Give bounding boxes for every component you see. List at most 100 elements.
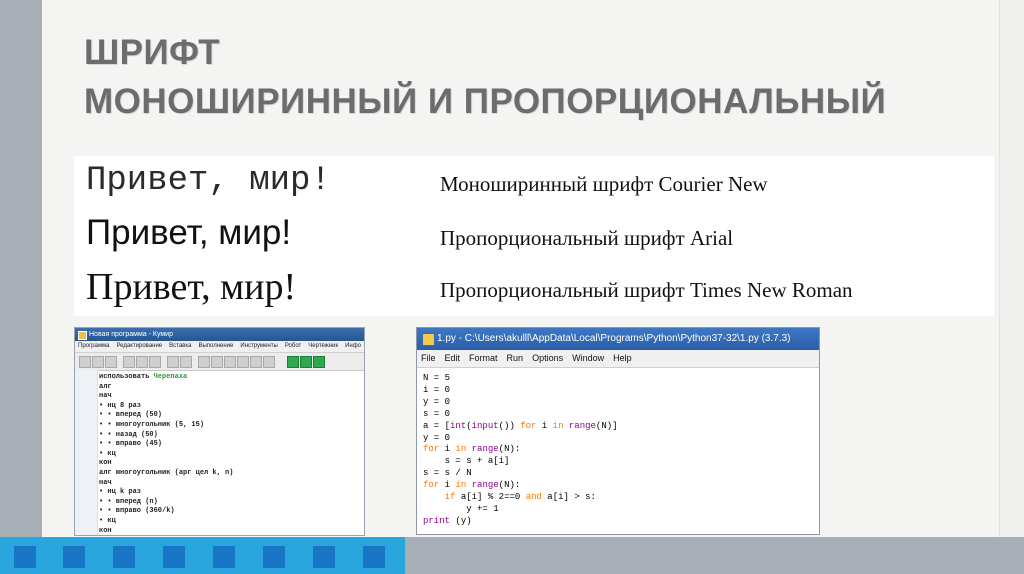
idle-window: 1.py - C:\Users\akulll\AppData\Local\Pro… (416, 327, 820, 535)
idle-code-line: y = 0 (423, 396, 451, 407)
decorative-square (263, 546, 285, 568)
decorative-square (313, 546, 335, 568)
kumir-code-line: • кц (99, 449, 116, 459)
kumir-code-text: • нц 8 раз (99, 401, 142, 410)
grid-view-icon[interactable] (287, 356, 299, 368)
kumir-gutter (75, 370, 98, 535)
kumir-code-text: нач (99, 392, 112, 401)
kumir-window: Новая программа - Кумир Программа Редакти… (74, 327, 365, 536)
kumir-app-icon (78, 331, 87, 340)
kumir-code-line: • нц k раз (99, 487, 141, 497)
kumir-code-text: • • вперед (50) (99, 411, 163, 420)
kumir-menu-item[interactable]: Вставка (169, 343, 191, 349)
sample-courier: Привет, мир! (86, 162, 331, 200)
decorative-square (363, 546, 385, 568)
kumir-code-line: • • назад (50) (99, 430, 158, 440)
idle-code-line: y += 1 (466, 503, 499, 514)
redo-icon[interactable] (180, 356, 192, 368)
kumir-code-line: • • вправо (360/k) (99, 506, 175, 516)
kumir-code-line: нач (99, 478, 112, 488)
kumir-code-text: • нц k раз (99, 488, 142, 497)
idle-code-line: for i in range(N): (423, 444, 521, 455)
kumir-code-text: использовать (99, 373, 154, 381)
idle-code-line: if a[i] % 2==0 and a[i] > s: (444, 492, 596, 502)
decorative-square (14, 546, 36, 568)
idle-menu-item[interactable]: Edit (445, 353, 461, 363)
title-line-2: МОНОШИРИННЫЙ И ПРОПОРЦИОНАЛЬНЫЙ (84, 82, 887, 121)
kumir-menu-item[interactable]: Выполнение (198, 343, 233, 349)
idle-menu-item[interactable]: Window (572, 353, 604, 363)
kumir-code-text: • • вправо (45) (99, 440, 163, 449)
desc-times: Пропорциональный шрифт Times New Roman (440, 278, 853, 302)
turtle-view-icon[interactable] (313, 356, 325, 368)
kumir-menu-item[interactable]: Робот (285, 343, 301, 349)
kumir-code-line: кон (99, 458, 112, 468)
decorative-square (63, 546, 85, 568)
idle-menu-item[interactable]: Help (613, 353, 632, 363)
sample-arial: Привет, мир! (86, 213, 292, 252)
copy-icon[interactable] (136, 356, 148, 368)
kumir-code-line: • нц 8 раз (99, 401, 141, 411)
decorative-square (113, 546, 135, 568)
step-into-icon[interactable] (224, 356, 236, 368)
kumir-code-line: • • вперед (50) (99, 410, 162, 420)
bottom-accent-strip (0, 537, 405, 574)
idle-menu-item[interactable]: Run (507, 353, 524, 363)
decorative-square (163, 546, 185, 568)
kumir-code-line: алг многоугольник (арг цел k, n) (99, 468, 233, 478)
idle-code-line: a = [int(input()) for i in range(N)] (423, 420, 618, 431)
kumir-menu-item[interactable]: Программа (78, 343, 109, 349)
kumir-code-text: • • многоугольник (5, 15) (99, 421, 205, 429)
idle-code-line: print (y) (423, 515, 472, 526)
kumir-code-line: алг (99, 382, 112, 392)
kumir-menu-item[interactable]: Редактирование (116, 343, 162, 349)
idle-code-line: for i in range(N): (423, 480, 521, 491)
kumir-code-line: кон (99, 526, 112, 535)
idle-menu-item[interactable]: Options (532, 353, 563, 363)
step-icon[interactable] (211, 356, 223, 368)
new-file-icon[interactable] (79, 356, 91, 368)
kumir-code-text: • кц (99, 517, 116, 525)
open-file-icon[interactable] (92, 356, 104, 368)
kumir-title: Новая программа - Кумир (89, 331, 173, 338)
font-comparison-panel: Привет, мир! Моноширинный шрифт Courier … (74, 156, 994, 316)
kumir-menubar: Программа Редактирование Вставка Выполнение… (75, 341, 364, 353)
idle-code-line: s = 0 (423, 408, 451, 419)
kumir-code-module: Черепаха (153, 373, 188, 381)
idle-code-editor[interactable]: N = 5i = 0y = 0s = 0a = [int(input()) fo… (417, 368, 819, 534)
save-file-icon[interactable] (105, 356, 117, 368)
title-line-1: ШРИФТ (84, 33, 221, 72)
python-file-icon (422, 333, 435, 346)
kumir-menu-item[interactable]: Чертежник (308, 343, 338, 349)
kumir-titlebar: Новая программа - Кумир (75, 328, 364, 341)
step-out-icon[interactable] (237, 356, 249, 368)
idle-menu-item[interactable]: File (421, 353, 436, 363)
pause-icon[interactable] (250, 356, 262, 368)
robot-view-icon[interactable] (300, 356, 312, 368)
kumir-code-text: алг (99, 382, 112, 391)
idle-code-line: y = 0 (423, 432, 451, 443)
idle-menu-item[interactable]: Format (469, 353, 498, 363)
kumir-menu-item[interactable]: Инструменты (240, 343, 277, 349)
kumir-code-text: • • вправо (360/k) (99, 507, 175, 516)
kumir-code-text: нач (99, 478, 112, 487)
desc-courier: Моноширинный шрифт Courier New (440, 172, 768, 196)
sample-times: Привет, мир! (86, 266, 297, 308)
kumir-toolbar (75, 353, 364, 371)
stop-icon[interactable] (263, 356, 275, 368)
cut-icon[interactable] (123, 356, 135, 368)
run-icon[interactable] (198, 356, 210, 368)
kumir-code-text: кон (99, 459, 112, 468)
desc-arial: Пропорциональный шрифт Arial (440, 226, 734, 250)
kumir-code-line: • кц (99, 516, 116, 526)
kumir-menu-item[interactable]: Инфо (345, 343, 361, 349)
kumir-code-text: кон (99, 526, 112, 535)
idle-code-line: s = s / N (423, 468, 472, 479)
kumir-code-text: • • назад (50) (99, 430, 158, 439)
idle-code-line: N = 5 (423, 373, 451, 383)
kumir-code-text: • кц (99, 449, 116, 458)
paste-icon[interactable] (149, 356, 161, 368)
undo-icon[interactable] (167, 356, 179, 368)
kumir-code-editor[interactable]: использовать Черепаха алг нач • нц 8 раз • •… (75, 370, 364, 535)
decorative-square (213, 546, 235, 568)
